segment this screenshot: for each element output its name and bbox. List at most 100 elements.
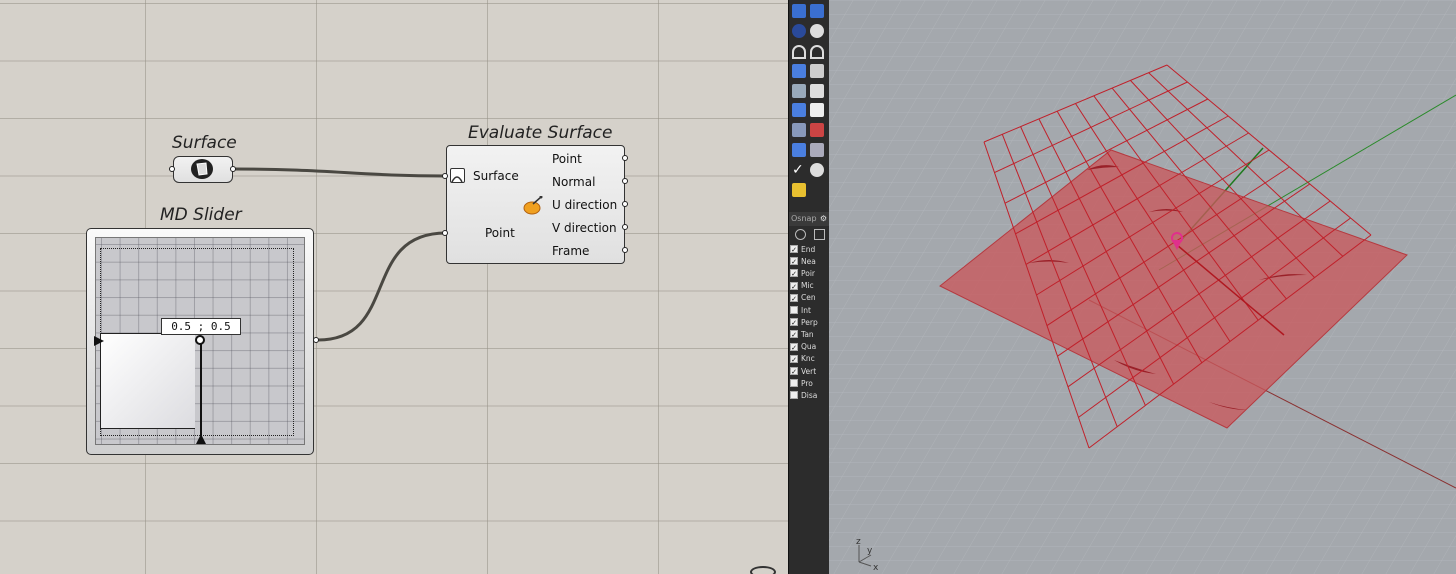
osnap-item-label: Qua [801, 342, 817, 352]
canvas-corner-widget-icon[interactable] [750, 566, 776, 574]
tool-mesh-icon[interactable] [810, 143, 824, 157]
grasshopper-canvas[interactable]: Surface MD Slider 0.5 ; 0.5 Evaluate Sur… [0, 0, 788, 574]
tool-render-icon[interactable] [810, 163, 824, 177]
tool-array-icon[interactable] [810, 103, 824, 117]
osnap-item[interactable]: ✓ Knc [790, 353, 815, 365]
eval-output-u-direction-grip[interactable] [622, 201, 628, 207]
eval-output-point-grip[interactable] [622, 155, 628, 161]
osnap-item[interactable]: ✓ Cen [790, 292, 816, 304]
tool-row1b-icon[interactable] [810, 4, 824, 18]
osnap-checkbox[interactable]: ✓ [790, 342, 798, 352]
axis-y-label: y [867, 546, 873, 556]
osnap-filter-icon[interactable] [795, 229, 806, 240]
md-slider[interactable]: 0.5 ; 0.5 [86, 228, 314, 455]
output-frame-label: Frame [552, 244, 590, 258]
eval-input-point-grip[interactable] [442, 230, 448, 236]
eval-output-normal-grip[interactable] [622, 178, 628, 184]
tool-grid-icon[interactable] [792, 123, 806, 137]
osnap-item-label: Mic [801, 281, 814, 291]
osnap-item[interactable]: ✓ Nea [790, 255, 816, 267]
rhino-perspective-viewport[interactable]: z y x [829, 0, 1456, 574]
tool-text-icon[interactable] [792, 64, 806, 78]
osnap-header-label: Osnap [791, 214, 817, 223]
osnap-item[interactable]: ✓ Tan [790, 328, 814, 340]
tool-check-icon[interactable]: ✓ [792, 163, 806, 177]
viewport-scene: z y x [829, 0, 1456, 574]
osnap-item[interactable]: ✓ Perp [790, 316, 818, 328]
wire-point [317, 231, 447, 342]
osnap-checkbox[interactable] [790, 379, 798, 388]
osnap-item-label: Poir [801, 268, 816, 278]
osnap-item[interactable]: ✓ End [790, 243, 815, 255]
axis-z-label: z [856, 537, 861, 547]
osnap-checkbox[interactable]: ✓ [790, 281, 798, 291]
osnap-checkbox[interactable] [790, 391, 798, 400]
osnap-cursor-icon[interactable] [814, 229, 825, 240]
osnap-checkbox[interactable]: ✓ [790, 367, 798, 376]
evaluate-surface-title: Evaluate Surface [468, 123, 613, 143]
osnap-item-label: Nea [801, 256, 816, 266]
osnap-checkbox[interactable]: ✓ [790, 330, 798, 339]
osnap-checkbox[interactable]: ✓ [790, 245, 798, 254]
tool-edit-icon[interactable] [810, 84, 824, 98]
osnap-item[interactable]: ✓ Poir [790, 267, 815, 279]
tool-light-icon[interactable] [792, 183, 806, 197]
osnap-item-label: Vert [801, 366, 817, 376]
md-slider-domain[interactable]: 0.5 ; 0.5 [94, 237, 305, 445]
osnap-item-label: Knc [801, 354, 815, 364]
osnap-header: Osnap ⚙ [789, 212, 829, 226]
md-slider-v-line [200, 342, 202, 438]
input-point-label: Point [485, 226, 515, 240]
osnap-item[interactable]: ✓ Vert [790, 365, 816, 377]
md-slider-output-grip[interactable] [313, 337, 319, 343]
surface-title: Surface [172, 133, 237, 153]
md-slider-left-arrow[interactable] [94, 336, 104, 346]
evaluate-surface-component[interactable]: Surface Point Point Normal U direction V… [446, 145, 625, 264]
tool-circle2-icon[interactable] [810, 24, 824, 38]
tool-box-icon[interactable] [792, 103, 806, 117]
output-v-direction-label: V direction [552, 221, 617, 235]
tool-row1-icon[interactable] [792, 4, 806, 18]
osnap-gear-icon[interactable]: ⚙ [820, 212, 827, 226]
tool-circle-icon[interactable] [792, 24, 806, 38]
axis-x-label: x [873, 563, 879, 573]
osnap-item-label: Int [801, 305, 811, 315]
osnap-item[interactable]: Pro [790, 377, 813, 389]
eval-output-v-direction-grip[interactable] [622, 224, 628, 230]
osnap-item-label: Tan [801, 329, 814, 339]
osnap-item[interactable]: ✓ Mic [790, 280, 814, 292]
md-slider-value-box: 0.5 ; 0.5 [161, 318, 241, 335]
eval-input-surface-grip[interactable] [442, 173, 448, 179]
surface-output-grip[interactable] [230, 166, 236, 172]
surface-input-grip[interactable] [169, 166, 175, 172]
md-slider-handle[interactable] [195, 335, 205, 345]
osnap-checkbox[interactable]: ✓ [790, 293, 798, 303]
osnap-item[interactable]: ✓ Qua [790, 341, 816, 353]
osnap-checkbox[interactable] [790, 306, 798, 314]
osnap-checkbox[interactable]: ✓ [790, 318, 798, 327]
eval-output-frame-grip[interactable] [622, 247, 628, 253]
osnap-item-label: Perp [801, 317, 818, 327]
md-slider-bottom-arrow[interactable] [196, 434, 206, 444]
osnap-item-label: Pro [801, 378, 813, 388]
tool-pencil-icon[interactable] [810, 64, 824, 78]
output-u-direction-label: U direction [552, 198, 618, 212]
osnap-item-label: Disa [801, 390, 818, 400]
output-point-label: Point [552, 152, 582, 166]
surface-component[interactable] [173, 156, 233, 183]
md-slider-title: MD Slider [160, 205, 242, 225]
osnap-checkbox[interactable]: ✓ [790, 257, 798, 266]
evaluate-surface-icon [523, 195, 543, 215]
osnap-item[interactable]: Disa [790, 389, 817, 401]
osnap-item-label: End [801, 244, 816, 254]
osnap-item[interactable]: Int [790, 304, 811, 316]
osnap-checkbox[interactable]: ✓ [790, 269, 798, 278]
input-surface-label: Surface [473, 169, 519, 183]
surface-param-icon [191, 159, 213, 179]
tool-dimension-icon[interactable] [810, 123, 824, 137]
tool-arc-icon[interactable] [792, 45, 806, 59]
tool-arc2-icon[interactable] [810, 45, 824, 59]
tool-transform-icon[interactable] [792, 84, 806, 98]
tool-surface-icon[interactable] [792, 143, 806, 157]
osnap-checkbox[interactable]: ✓ [790, 354, 798, 364]
